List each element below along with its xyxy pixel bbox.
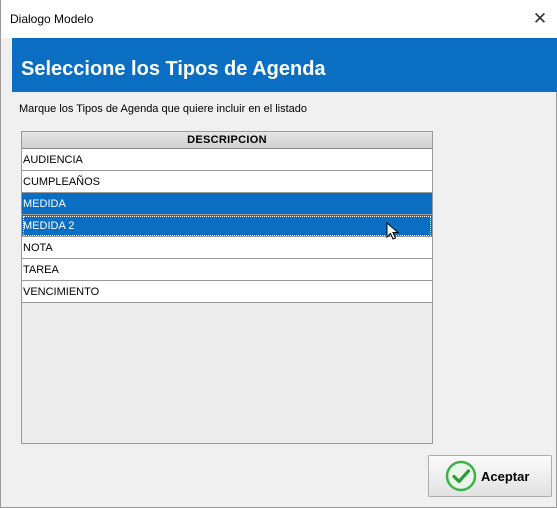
accept-button[interactable]: Aceptar [428, 455, 552, 497]
table-row[interactable]: VENCIMIENTO [22, 281, 432, 303]
table-row[interactable]: CUMPLEAÑOS [22, 171, 432, 193]
close-button[interactable]: ✕ [523, 0, 557, 38]
agenda-types-grid[interactable]: DESCRIPCION AUDIENCIA CUMPLEAÑOS MEDIDA … [21, 131, 433, 444]
check-circle-icon [445, 460, 477, 492]
page-title: Seleccione los Tipos de Agenda [21, 58, 326, 80]
mouse-pointer-icon [386, 222, 400, 240]
close-icon: ✕ [532, 9, 548, 28]
column-header-descripcion[interactable]: DESCRIPCION [22, 132, 432, 149]
instructions-text: Marque los Tipos de Agenda que quiere in… [19, 103, 308, 115]
window-title: Dialogo Modelo [10, 12, 94, 26]
table-row[interactable]: AUDIENCIA [22, 149, 432, 171]
table-row[interactable]: MEDIDA [22, 193, 432, 215]
table-row[interactable]: NOTA [22, 237, 432, 259]
table-row[interactable]: MEDIDA 2 [22, 215, 432, 237]
header-banner: Seleccione los Tipos de Agenda [12, 38, 557, 92]
title-bar: Dialogo Modelo ✕ [1, 0, 557, 38]
table-row[interactable]: TAREA [22, 259, 432, 281]
dialog-window: Dialogo Modelo ✕ Seleccione los Tipos de… [0, 0, 557, 508]
accept-button-label: Aceptar [481, 468, 530, 484]
